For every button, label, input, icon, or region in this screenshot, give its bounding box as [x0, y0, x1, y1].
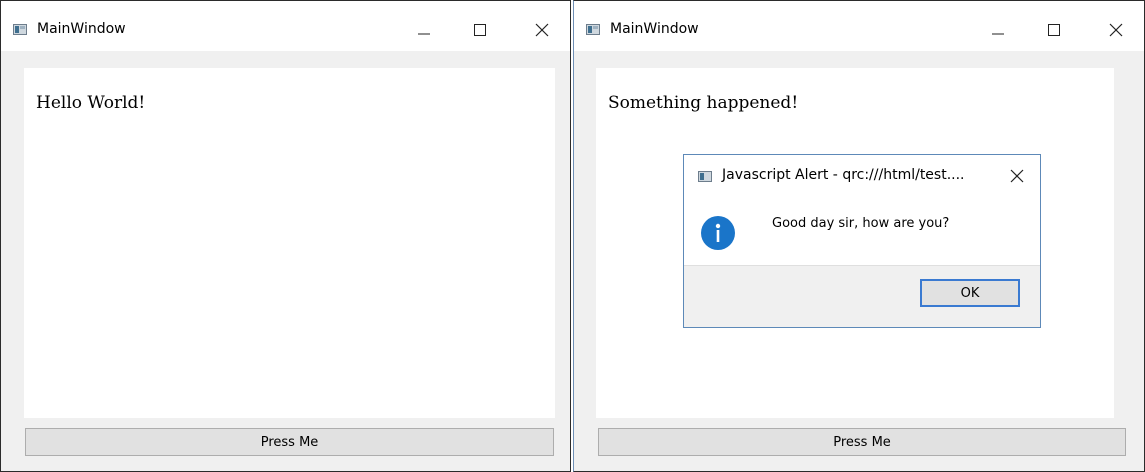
- close-button[interactable]: [524, 15, 560, 45]
- minimize-button[interactable]: [980, 15, 1016, 45]
- maximize-icon: [1048, 24, 1060, 36]
- close-button[interactable]: [1098, 15, 1134, 45]
- dialog-close-button[interactable]: [1006, 165, 1028, 187]
- app-icon: [13, 24, 27, 35]
- web-content-text: Hello World!: [36, 93, 146, 113]
- press-me-button[interactable]: Press Me: [598, 428, 1126, 456]
- close-icon: [1109, 23, 1123, 37]
- minimize-icon: [992, 33, 1004, 35]
- title-bar[interactable]: MainWindow: [574, 1, 1144, 51]
- app-icon: [586, 24, 600, 35]
- javascript-alert-dialog: Javascript Alert - qrc:///html/test.... …: [683, 154, 1041, 328]
- info-icon: [701, 216, 735, 250]
- main-window-left: MainWindow Hello World! Press Me: [0, 0, 571, 472]
- press-me-button[interactable]: Press Me: [25, 428, 554, 456]
- minimize-button[interactable]: [406, 15, 442, 45]
- web-view[interactable]: Hello World!: [24, 68, 555, 418]
- minimize-icon: [418, 33, 430, 35]
- maximize-button[interactable]: [1036, 15, 1072, 45]
- dialog-message: Good day sir, how are you?: [772, 216, 950, 231]
- maximize-icon: [474, 24, 486, 36]
- maximize-button[interactable]: [462, 15, 498, 45]
- dialog-button-bar: OK: [684, 265, 1040, 327]
- window-title: MainWindow: [37, 21, 126, 37]
- close-icon: [1010, 169, 1024, 183]
- close-icon: [535, 23, 549, 37]
- app-icon: [698, 171, 712, 182]
- dialog-title-bar[interactable]: Javascript Alert - qrc:///html/test....: [684, 155, 1040, 195]
- web-content-text: Something happened!: [608, 93, 799, 113]
- title-bar[interactable]: MainWindow: [1, 1, 570, 51]
- ok-button[interactable]: OK: [920, 279, 1020, 307]
- window-title: MainWindow: [610, 21, 699, 37]
- dialog-title: Javascript Alert - qrc:///html/test....: [722, 167, 965, 183]
